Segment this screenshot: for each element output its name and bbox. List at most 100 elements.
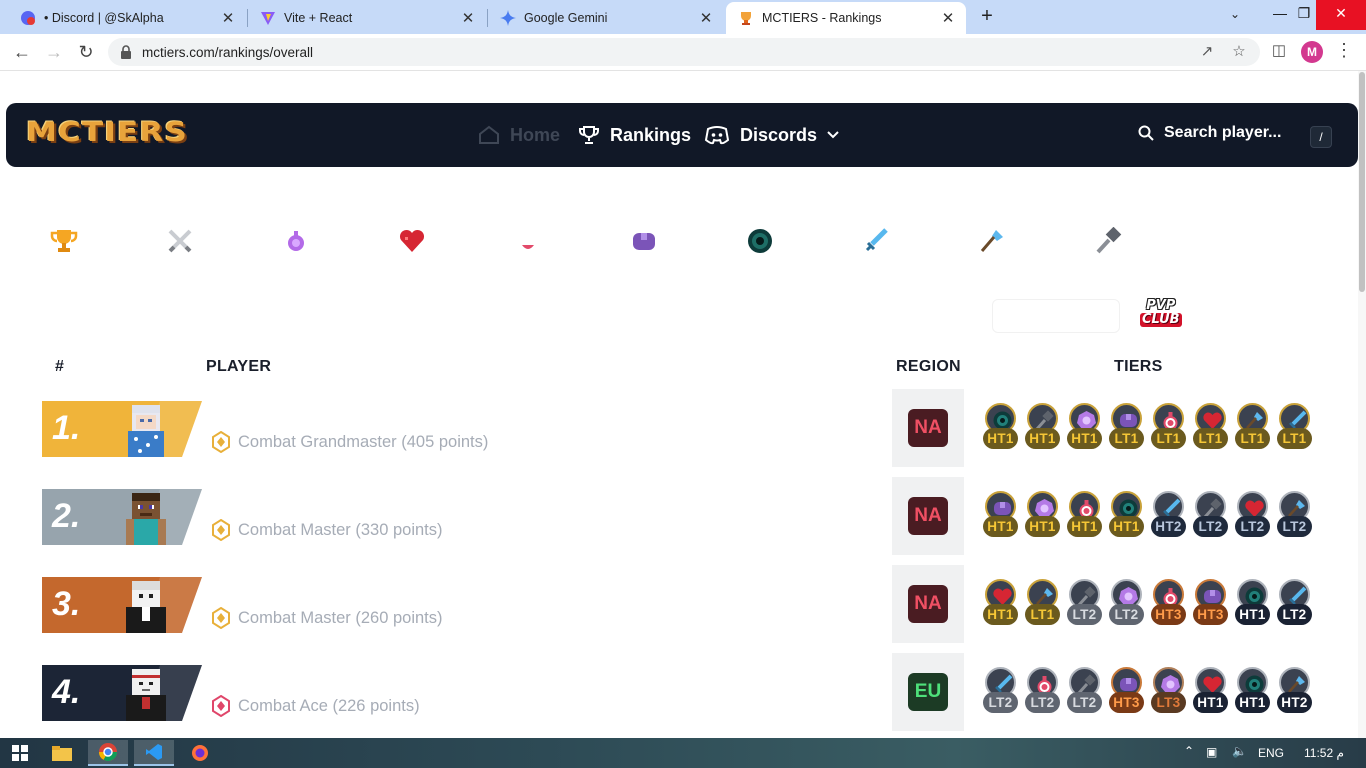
server-search-input[interactable] <box>992 299 1120 333</box>
share-icon[interactable]: ↗ <box>1198 44 1216 62</box>
profile-avatar[interactable]: M <box>1301 41 1323 63</box>
tier-label: LT1 <box>1193 428 1228 449</box>
address-bar[interactable]: mctiers.com/rankings/overall ↗ ☆ <box>108 38 1260 66</box>
tier-badge[interactable]: HT1 <box>982 489 1024 541</box>
axe-icon[interactable] <box>978 227 1006 255</box>
player-skin-avatar[interactable] <box>118 665 174 721</box>
tier-label: HT1 <box>1235 692 1270 713</box>
tier-badge[interactable]: HT1 <box>1192 665 1234 717</box>
combat-swords-icon[interactable] <box>166 227 194 255</box>
table-row[interactable]: 3. Combat Master (260 points) NA HT1 LT1 LT2 L… <box>0 565 1366 657</box>
close-icon[interactable]: ✕ <box>698 9 714 27</box>
close-icon[interactable]: ✕ <box>940 9 956 27</box>
reload-icon[interactable]: ↻ <box>74 41 98 65</box>
tier-label: HT1 <box>1067 516 1102 537</box>
close-icon[interactable]: ✕ <box>220 9 236 27</box>
tier-badge[interactable]: HT1 <box>1234 577 1276 629</box>
tier-badge[interactable]: LT2 <box>1192 489 1234 541</box>
player-skin-avatar[interactable] <box>118 489 174 545</box>
tier-badge[interactable]: HT1 <box>1024 401 1066 453</box>
player-skin-avatar[interactable] <box>118 577 174 633</box>
mctiers-logo[interactable]: MCTIERS <box>26 117 188 148</box>
vscode-icon[interactable] <box>134 740 174 766</box>
tier-badge[interactable]: HT1 <box>982 577 1024 629</box>
tier-badge[interactable]: LT2 <box>1024 665 1066 717</box>
tab-gemini[interactable]: Google Gemini ✕ <box>488 2 724 34</box>
mctiers-icon <box>738 10 754 26</box>
potion-purple-icon[interactable] <box>282 227 310 255</box>
new-tab-button[interactable]: + <box>976 5 998 27</box>
region-badge: EU <box>908 673 948 711</box>
firefox-icon[interactable] <box>180 740 220 766</box>
tier-badge[interactable]: LT2 <box>1234 489 1276 541</box>
tier-badge[interactable]: LT2 <box>1108 577 1150 629</box>
menu-kebab-icon[interactable]: ⋮ <box>1335 40 1353 61</box>
tier-badge[interactable]: LT2 <box>982 665 1024 717</box>
tier-badge[interactable]: LT3 <box>1150 665 1192 717</box>
tier-badge[interactable]: LT1 <box>1234 401 1276 453</box>
volume-icon[interactable]: 🔈 <box>1232 744 1247 758</box>
side-panel-icon[interactable]: ◫ <box>1270 43 1288 61</box>
forward-arrow-icon[interactable]: → <box>42 41 66 65</box>
potion-pink-icon[interactable] <box>514 227 542 255</box>
player-title: Combat Ace (226 points) <box>212 695 420 717</box>
tray-chevron-up-icon[interactable]: ⌃ <box>1184 744 1194 758</box>
overall-trophy-icon[interactable] <box>50 227 78 255</box>
tab-vite[interactable]: Vite + React ✕ <box>248 2 486 34</box>
rank-banner: 3. <box>42 577 202 633</box>
mace-icon[interactable] <box>1094 227 1122 255</box>
tier-label: LT3 <box>1151 692 1186 713</box>
window-close-icon[interactable]: ✕ <box>1316 0 1366 30</box>
windows-start-icon[interactable] <box>0 740 40 766</box>
tier-badge[interactable]: LT2 <box>1066 665 1108 717</box>
network-icon[interactable]: ▣ <box>1206 745 1217 759</box>
tier-badge[interactable]: HT1 <box>982 401 1024 453</box>
tier-badge[interactable]: HT1 <box>1108 489 1150 541</box>
tier-badge[interactable]: LT2 <box>1066 577 1108 629</box>
chrome-icon[interactable] <box>88 740 128 766</box>
tier-badge[interactable]: LT1 <box>1108 401 1150 453</box>
pvp-club-logo[interactable]: PVP CLUB <box>1140 299 1182 327</box>
nav-home-label: Home <box>510 124 561 145</box>
tier-badge[interactable]: LT1 <box>1192 401 1234 453</box>
tier-badge[interactable]: LT1 <box>1150 401 1192 453</box>
tab-search-chevron-icon[interactable]: ⌄ <box>1230 7 1240 21</box>
bookmark-star-icon[interactable]: ☆ <box>1230 44 1248 62</box>
close-icon[interactable]: ✕ <box>460 9 476 27</box>
ender-pearl-icon[interactable] <box>746 227 774 255</box>
scrollbar-thumb[interactable] <box>1359 72 1365 292</box>
tier-badge[interactable]: LT1 <box>1276 401 1318 453</box>
diamond-sword-icon[interactable] <box>862 227 890 255</box>
page-scrollbar[interactable] <box>1358 71 1366 738</box>
tier-badge[interactable]: HT2 <box>1150 489 1192 541</box>
tier-list: HT1 LT1 LT2 LT2 HT3 HT3 HT1 LT2 <box>982 577 1318 629</box>
nav-discords[interactable]: Discords <box>704 124 839 146</box>
player-skin-avatar[interactable] <box>118 401 174 457</box>
tier-badge[interactable]: LT2 <box>1276 577 1318 629</box>
tab-mctiers[interactable]: MCTIERS - Rankings ✕ <box>726 2 966 34</box>
armor-purple-icon[interactable] <box>630 227 658 255</box>
tier-label: LT1 <box>1025 604 1060 625</box>
language-indicator[interactable]: ENG <box>1258 746 1284 760</box>
tier-badge[interactable]: HT3 <box>1192 577 1234 629</box>
tier-badge[interactable]: HT1 <box>1234 665 1276 717</box>
nav-rankings[interactable]: Rankings <box>578 124 691 146</box>
table-row[interactable]: 2. Combat Master (330 points) NA HT1 HT1 HT1 H… <box>0 477 1366 569</box>
back-arrow-icon[interactable]: ← <box>10 41 34 65</box>
tier-badge[interactable]: HT1 <box>1024 489 1066 541</box>
table-row[interactable]: 4. Combat Ace (226 points) EU LT2 LT2 LT2 HT3 L… <box>0 653 1366 738</box>
tier-badge[interactable]: HT2 <box>1276 665 1318 717</box>
tier-badge[interactable]: HT1 <box>1066 489 1108 541</box>
tier-badge[interactable]: LT1 <box>1024 577 1066 629</box>
tier-badge[interactable]: HT3 <box>1150 577 1192 629</box>
tier-badge[interactable]: HT1 <box>1066 401 1108 453</box>
file-explorer-icon[interactable] <box>42 740 82 766</box>
tab-discord[interactable]: • Discord | @SkAlpha ✕ <box>8 2 246 34</box>
heart-icon[interactable] <box>398 227 426 255</box>
tier-badge[interactable]: LT2 <box>1276 489 1318 541</box>
search-player-input[interactable]: Search player... <box>1138 124 1281 142</box>
table-row[interactable]: 1. Combat Grandmaster (405 points) NA HT1 HT… <box>0 389 1366 481</box>
clock[interactable]: 11:52 م <box>1304 746 1344 760</box>
tier-badge[interactable]: HT3 <box>1108 665 1150 717</box>
nav-home[interactable]: Home <box>478 124 560 146</box>
